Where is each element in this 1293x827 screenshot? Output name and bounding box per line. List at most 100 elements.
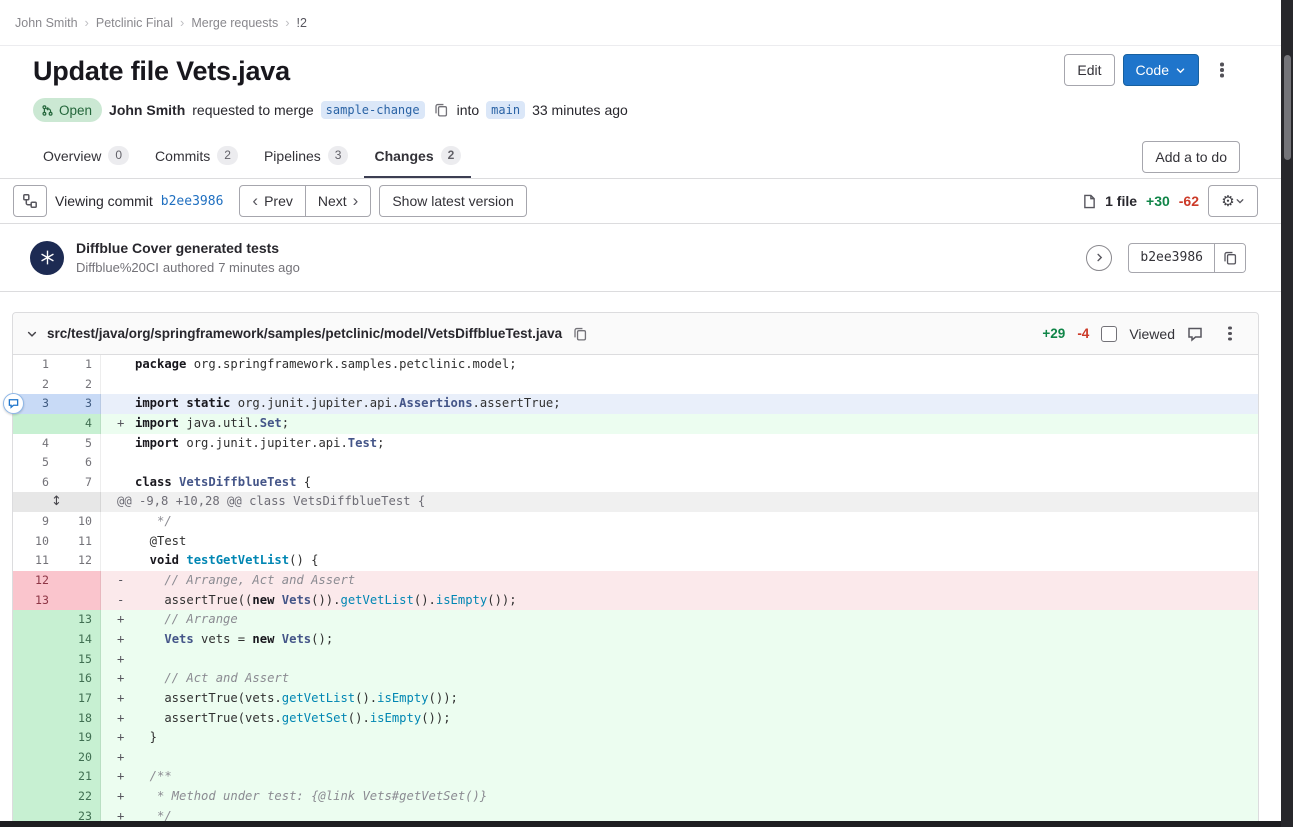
scrollbar-thumb[interactable] [1284, 55, 1291, 160]
source-branch-label[interactable]: sample-change [321, 101, 425, 119]
old-line-number[interactable] [13, 767, 57, 787]
diff-line: 13- assertTrue((new Vets()).getVetList()… [13, 591, 1258, 611]
file-header: src/test/java/org/springframework/sample… [13, 313, 1258, 355]
file-tree-toggle-button[interactable] [13, 185, 47, 217]
old-line-number[interactable] [13, 689, 57, 709]
old-line-number[interactable] [13, 650, 57, 670]
new-line-number[interactable]: 10 [57, 512, 101, 532]
old-line-number[interactable] [13, 709, 57, 729]
scrollbar-track[interactable] [1281, 0, 1293, 827]
code-token: (). [348, 711, 370, 725]
old-line-number[interactable]: 4 [13, 434, 57, 454]
author-name[interactable]: John Smith [109, 102, 185, 118]
new-line-number[interactable]: 21 [57, 767, 101, 787]
mr-tabs: Overview0Commits2Pipelines3Changes2 [33, 135, 477, 178]
avatar [30, 241, 64, 275]
code-line: + assertTrue(vets.getVetSet().isEmpty())… [101, 709, 1258, 729]
new-line-number[interactable]: 6 [57, 453, 101, 473]
new-line-number[interactable]: 16 [57, 669, 101, 689]
new-line-number[interactable] [57, 591, 101, 611]
new-line-number[interactable]: 1 [57, 355, 101, 375]
old-line-number[interactable]: 1 [13, 355, 57, 375]
diff-line: 15+ [13, 650, 1258, 670]
commit-author[interactable]: Diffblue%20CI [76, 260, 159, 275]
old-line-number[interactable] [13, 669, 57, 689]
new-line-number[interactable] [57, 571, 101, 591]
copy-commit-sha-button[interactable] [1214, 244, 1245, 272]
diff-settings-button[interactable]: ⚙ [1208, 185, 1258, 217]
code-line: + Vets vets = new Vets(); [101, 630, 1258, 650]
new-line-number[interactable]: 12 [57, 551, 101, 571]
new-line-number[interactable]: 7 [57, 473, 101, 493]
code-line: */ [101, 512, 1258, 532]
new-line-number[interactable]: 17 [57, 689, 101, 709]
show-latest-version-button[interactable]: Show latest version [379, 185, 526, 217]
new-line-number[interactable]: 22 [57, 787, 101, 807]
tab-overview[interactable]: Overview0 [33, 135, 139, 178]
file-options-button[interactable] [1215, 318, 1245, 350]
next-commit-button[interactable]: Next › [305, 185, 371, 217]
old-line-number[interactable]: 12 [13, 571, 57, 591]
code-token: // Act and Assert [135, 671, 289, 685]
next-commit-circle-button[interactable] [1086, 245, 1112, 271]
new-line-number[interactable]: 4 [57, 414, 101, 434]
viewed-checkbox[interactable] [1101, 326, 1117, 342]
old-line-number[interactable]: 10 [13, 532, 57, 552]
diff-sign: + [117, 709, 135, 729]
old-line-number[interactable] [13, 787, 57, 807]
new-line-number[interactable]: 15 [57, 650, 101, 670]
code-token: () { [289, 553, 318, 567]
old-line-number[interactable]: 2 [13, 375, 57, 395]
new-line-number[interactable]: 14 [57, 630, 101, 650]
new-line-number[interactable]: 2 [57, 375, 101, 395]
new-line-number[interactable]: 5 [57, 434, 101, 454]
old-line-number[interactable]: 6 [13, 473, 57, 493]
code-token: ()); [429, 691, 458, 705]
new-line-number[interactable]: 20 [57, 748, 101, 768]
expand-lines-button[interactable]: ↕ [13, 492, 101, 512]
breadcrumb-item[interactable]: John Smith [15, 16, 78, 30]
target-branch-label[interactable]: main [486, 101, 525, 119]
old-line-number[interactable] [13, 748, 57, 768]
breadcrumb-item[interactable]: Merge requests [191, 16, 278, 30]
more-actions-button[interactable] [1207, 54, 1237, 86]
add-todo-button[interactable]: Add a to do [1142, 141, 1240, 173]
diff-line: 910 */ [13, 512, 1258, 532]
code-line: - // Arrange, Act and Assert [101, 571, 1258, 591]
tab-pipelines[interactable]: Pipelines3 [254, 135, 359, 178]
tab-commits[interactable]: Commits2 [145, 135, 248, 178]
code-token: { [296, 475, 311, 489]
old-line-number[interactable] [13, 414, 57, 434]
copy-branch-name-button[interactable] [432, 103, 450, 117]
merge-request-age: 33 minutes ago [532, 102, 628, 118]
breadcrumb-item[interactable]: Petclinic Final [96, 16, 173, 30]
old-line-number[interactable]: 5 [13, 453, 57, 473]
comment-icon[interactable] [1187, 326, 1203, 342]
file-path[interactable]: src/test/java/org/springframework/sample… [47, 326, 562, 341]
viewing-commit-sha-link[interactable]: b2ee3986 [161, 194, 224, 209]
tab-changes[interactable]: Changes2 [364, 135, 471, 178]
old-line-number[interactable] [13, 630, 57, 650]
code-token: // Arrange [135, 612, 238, 626]
breadcrumb-item[interactable]: !2 [297, 16, 307, 30]
old-line-number[interactable]: 11 [13, 551, 57, 571]
diff-line: 22 [13, 375, 1258, 395]
new-line-number[interactable]: 19 [57, 728, 101, 748]
old-line-number[interactable] [13, 728, 57, 748]
tab-count-badge: 3 [328, 146, 349, 165]
old-line-number[interactable] [13, 610, 57, 630]
new-line-number[interactable]: 3 [57, 394, 101, 414]
code-token: void [135, 553, 179, 567]
prev-commit-button[interactable]: ‹ Prev [239, 185, 305, 217]
copy-file-path-button[interactable] [571, 327, 589, 341]
new-line-number[interactable]: 13 [57, 610, 101, 630]
commit-title[interactable]: Diffblue Cover generated tests [76, 240, 300, 256]
new-line-number[interactable]: 18 [57, 709, 101, 729]
old-line-number[interactable]: 9 [13, 512, 57, 532]
collapse-file-chevron-icon[interactable] [26, 328, 38, 340]
code-button[interactable]: Code [1123, 54, 1199, 86]
old-line-number[interactable]: 13 [13, 591, 57, 611]
code-line: + [101, 748, 1258, 768]
edit-button[interactable]: Edit [1064, 54, 1114, 86]
new-line-number[interactable]: 11 [57, 532, 101, 552]
